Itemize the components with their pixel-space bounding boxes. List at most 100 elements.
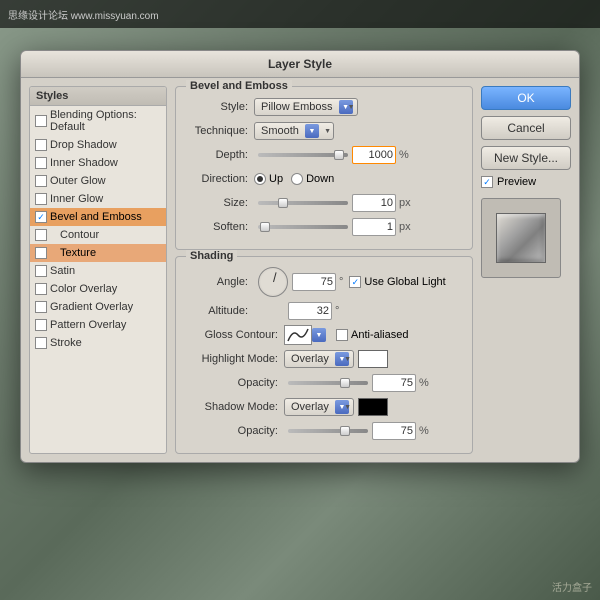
sidebar-item-texture[interactable]: Texture <box>30 244 166 262</box>
highlight-opacity-slider[interactable] <box>288 381 368 385</box>
direction-label: Direction: <box>184 173 254 185</box>
stroke-label: Stroke <box>50 337 82 349</box>
gloss-contour-label: Gloss Contour: <box>184 329 284 341</box>
shadow-mode-arrow: ▼ <box>335 400 349 414</box>
global-light-checkbox[interactable] <box>349 276 361 288</box>
depth-label: Depth: <box>184 149 254 161</box>
layer-style-dialog: Layer Style Styles Blending Options: Def… <box>20 50 580 463</box>
direction-up-radio[interactable]: Up <box>254 173 283 185</box>
style-row: Style: Pillow Emboss ▼ <box>184 97 464 117</box>
shadow-mode-select[interactable]: Overlay ▼ <box>284 398 354 416</box>
highlight-mode-label: Highlight Mode: <box>184 353 284 365</box>
soften-slider-thumb[interactable] <box>260 222 270 232</box>
soften-unit: px <box>399 221 411 233</box>
angle-dial[interactable] <box>258 267 288 297</box>
watermark-top-text: 思缘设计论坛 www.missyuan.com <box>8 7 159 22</box>
sidebar-item-stroke[interactable]: Stroke <box>30 334 166 352</box>
style-select-wrapper: Pillow Emboss ▼ <box>254 98 358 116</box>
ok-button[interactable]: OK <box>481 86 571 110</box>
soften-input[interactable] <box>352 218 396 236</box>
shadow-opacity-input[interactable] <box>372 422 416 440</box>
outer-glow-label: Outer Glow <box>50 175 106 187</box>
shadow-color-swatch[interactable] <box>358 398 388 416</box>
sidebar-item-blending[interactable]: Blending Options: Default <box>30 106 166 136</box>
sidebar-item-satin[interactable]: Satin <box>30 262 166 280</box>
anti-aliased-checkbox[interactable] <box>336 329 348 341</box>
technique-select[interactable]: Smooth ▼ <box>254 122 334 140</box>
cancel-button[interactable]: Cancel <box>481 116 571 140</box>
contour-dropdown-btn[interactable]: ▼ <box>312 328 326 342</box>
depth-input[interactable] <box>352 146 396 164</box>
shading-section-title: Shading <box>186 250 237 262</box>
gradient-overlay-label: Gradient Overlay <box>50 301 133 313</box>
preview-label-row: Preview <box>481 176 571 188</box>
anti-aliased-wrap[interactable]: Anti-aliased <box>336 329 408 341</box>
radio-down-circle <box>291 173 303 185</box>
sidebar-item-outer-glow[interactable]: Outer Glow <box>30 172 166 190</box>
global-light-wrap[interactable]: Use Global Light <box>349 276 445 288</box>
sidebar-item-color-overlay[interactable]: Color Overlay <box>30 280 166 298</box>
shadow-opacity-unit: % <box>419 425 429 437</box>
shadow-mode-label: Shadow Mode: <box>184 401 284 413</box>
shading-section-content: Angle: ° Use Global Light Altitude: <box>184 267 464 441</box>
preview-box <box>481 198 561 278</box>
radio-up-circle <box>254 173 266 185</box>
highlight-opacity-input[interactable] <box>372 374 416 392</box>
depth-slider-thumb[interactable] <box>334 150 344 160</box>
checkbox-outer-glow <box>35 175 47 187</box>
technique-label: Technique: <box>184 125 254 137</box>
bevel-emboss-section: Bevel and Emboss Style: Pillow Emboss ▼ <box>175 86 473 250</box>
size-input[interactable] <box>352 194 396 212</box>
contour-curve-icon <box>287 328 309 342</box>
bevel-emboss-section-title: Bevel and Emboss <box>186 80 292 92</box>
checkbox-bevel-emboss <box>35 211 47 223</box>
highlight-color-swatch[interactable] <box>358 350 388 368</box>
sidebar-item-contour[interactable]: Contour <box>30 226 166 244</box>
dialog-title: Layer Style <box>268 57 332 71</box>
shadow-opacity-slider[interactable] <box>288 429 368 433</box>
watermark-bottom-text: 活力盒子 <box>552 579 592 594</box>
inner-glow-label: Inner Glow <box>50 193 103 205</box>
checkbox-color-overlay <box>35 283 47 295</box>
angle-label: Angle: <box>184 276 254 288</box>
main-content: Bevel and Emboss Style: Pillow Emboss ▼ <box>175 86 473 454</box>
texture-label: Texture <box>60 247 96 259</box>
highlight-opacity-unit: % <box>419 377 429 389</box>
highlight-opacity-thumb[interactable] <box>340 378 350 388</box>
direction-down-radio[interactable]: Down <box>291 173 334 185</box>
size-slider-thumb[interactable] <box>278 198 288 208</box>
new-style-button[interactable]: New Style... <box>481 146 571 170</box>
shadow-opacity-label: Opacity: <box>184 425 284 437</box>
inner-shadow-label: Inner Shadow <box>50 157 118 169</box>
preview-checkbox[interactable] <box>481 176 493 188</box>
right-panel: OK Cancel New Style... Preview <box>481 86 571 454</box>
style-select[interactable]: Pillow Emboss ▼ <box>254 98 358 116</box>
soften-slider-track[interactable] <box>258 225 348 229</box>
highlight-mode-value: Overlay <box>291 353 329 365</box>
highlight-mode-row: Highlight Mode: Overlay ▼ <box>184 349 464 369</box>
checkbox-gradient-overlay <box>35 301 47 313</box>
sidebar-item-bevel-emboss[interactable]: Bevel and Emboss <box>30 208 166 226</box>
sidebar-item-gradient-overlay[interactable]: Gradient Overlay <box>30 298 166 316</box>
size-slider-track[interactable] <box>258 201 348 205</box>
drop-shadow-label: Drop Shadow <box>50 139 117 151</box>
shadow-opacity-thumb[interactable] <box>340 426 350 436</box>
sidebar-item-pattern-overlay[interactable]: Pattern Overlay <box>30 316 166 334</box>
dialog-title-bar: Layer Style <box>21 51 579 78</box>
direction-down-label: Down <box>306 173 334 185</box>
angle-input[interactable] <box>292 273 336 291</box>
dialog-body: Styles Blending Options: Default Drop Sh… <box>21 78 579 462</box>
depth-slider-track[interactable] <box>258 153 348 157</box>
sidebar-item-inner-glow[interactable]: Inner Glow <box>30 190 166 208</box>
checkbox-pattern-overlay <box>35 319 47 331</box>
shadow-mode-select-wrapper: Overlay ▼ <box>284 398 354 416</box>
size-row: Size: px <box>184 193 464 213</box>
checkbox-satin <box>35 265 47 277</box>
sidebar-item-drop-shadow[interactable]: Drop Shadow <box>30 136 166 154</box>
sidebar-item-inner-shadow[interactable]: Inner Shadow <box>30 154 166 172</box>
technique-select-wrapper: Smooth ▼ <box>254 122 334 140</box>
contour-preview[interactable] <box>284 325 312 345</box>
depth-unit: % <box>399 149 409 161</box>
altitude-input[interactable] <box>288 302 332 320</box>
highlight-mode-select[interactable]: Overlay ▼ <box>284 350 354 368</box>
